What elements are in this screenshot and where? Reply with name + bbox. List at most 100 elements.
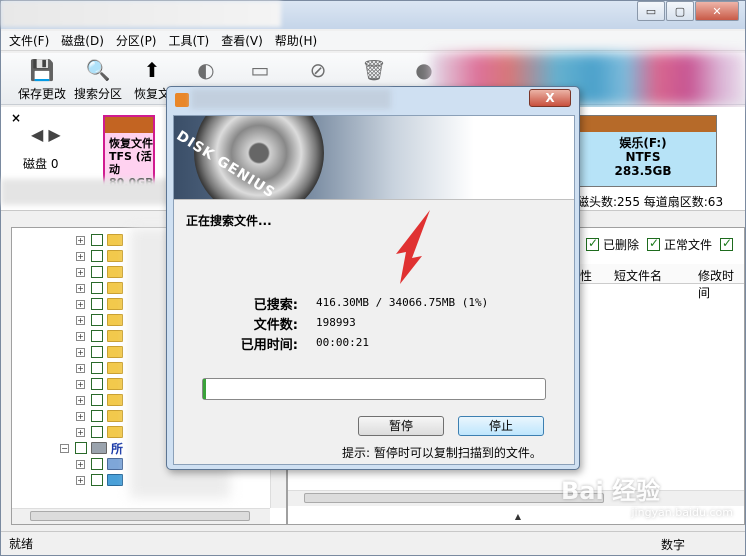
tree-row[interactable]: + [76, 312, 123, 328]
tree-checkbox[interactable] [91, 346, 103, 358]
tree-checkbox[interactable] [75, 442, 87, 454]
window-controls: ▭ ▢ ✕ [636, 1, 739, 21]
toolbar-button-6[interactable]: ⊘ [291, 57, 345, 85]
expand-icon[interactable]: + [76, 315, 85, 325]
expand-icon[interactable]: + [76, 411, 85, 421]
save-changes-button[interactable]: 💾 保存更改 [15, 57, 69, 102]
tree-row[interactable]: + [76, 296, 123, 312]
tree-row[interactable]: + [76, 408, 123, 424]
watermark-logo: Bai 经验 jingyan.baidu.com [561, 471, 746, 531]
expand-icon[interactable]: + [76, 267, 85, 277]
tree-row[interactable]: + [76, 456, 123, 472]
tree-row[interactable]: + [76, 392, 123, 408]
partition-entertainment[interactable]: 娱乐(F:) NTFS 283.5GB [569, 115, 717, 187]
prev-disk-icon[interactable]: ◀ [31, 125, 43, 144]
menu-view[interactable]: 查看(V) [221, 32, 263, 49]
tree-row[interactable]: + [76, 248, 123, 264]
status-text: 就绪 [9, 537, 34, 551]
elapsed-time-label: 已用时间: [240, 338, 298, 353]
toolbar-button-7[interactable]: 🗑 [347, 57, 401, 85]
menu-help[interactable]: 帮助(H) [275, 32, 317, 49]
expand-icon[interactable]: + [76, 427, 85, 437]
tree-row[interactable]: + [76, 344, 123, 360]
tree-checkbox[interactable] [91, 458, 103, 470]
red-arrow-icon [396, 210, 430, 284]
search-partition-label: 搜索分区 [73, 87, 122, 101]
tree-checkbox[interactable] [91, 394, 103, 406]
menu-partition[interactable]: 分区(P) [116, 32, 157, 49]
tree-row[interactable]: + [76, 472, 123, 488]
tree-checkbox[interactable] [91, 298, 103, 310]
expand-icon[interactable]: + [76, 379, 85, 389]
expand-icon[interactable]: + [76, 235, 85, 245]
menu-tools[interactable]: 工具(T) [169, 32, 210, 49]
filter-more-checkbox[interactable] [720, 236, 734, 251]
folder-icon [107, 266, 123, 278]
pause-button[interactable]: 暂停 [358, 416, 444, 436]
menu-disk[interactable]: 磁盘(D) [61, 32, 104, 49]
expand-icon[interactable]: + [76, 347, 85, 357]
tree-checkbox[interactable] [91, 282, 103, 294]
column-modified-time[interactable]: 修改时间 [698, 267, 744, 301]
tree-horizontal-scrollbar[interactable] [12, 508, 270, 524]
folder-icon [107, 314, 123, 326]
toolbar-button-5[interactable]: ▭ [233, 57, 287, 85]
tree-checkbox[interactable] [91, 410, 103, 422]
globe-icon [107, 474, 123, 486]
minimize-button[interactable]: ▭ [637, 1, 665, 21]
disk-geometry-info: 磁头数:255 每道扇区数:63 [577, 195, 724, 209]
column-short-name[interactable]: 短文件名 [614, 267, 662, 284]
expand-icon[interactable]: + [76, 475, 85, 485]
expand-icon[interactable]: + [76, 363, 85, 373]
tree-row[interactable]: + [76, 264, 123, 280]
partition-band [105, 117, 153, 133]
tree-checkbox[interactable] [91, 250, 103, 262]
expand-icon[interactable]: + [76, 459, 85, 469]
filter-normal-checkbox[interactable] [647, 236, 661, 251]
search-partition-button[interactable]: 🔍 搜索分区 [71, 57, 125, 102]
next-disk-icon[interactable]: ▶ [48, 125, 60, 144]
column-attr[interactable]: 性 [580, 267, 592, 284]
folder-icon [107, 346, 123, 358]
expand-icon[interactable]: + [76, 395, 85, 405]
expand-icon[interactable]: + [76, 283, 85, 293]
tree-checkbox[interactable] [91, 314, 103, 326]
collapse-icon[interactable]: − [60, 443, 69, 453]
partition-name: 娱乐(F:) [619, 136, 667, 150]
disk-genius-banner: DISK GENIUS [174, 116, 574, 200]
tree-row[interactable]: + [76, 376, 123, 392]
close-button[interactable]: ✕ [695, 1, 739, 21]
tree-row[interactable]: + [76, 328, 123, 344]
expand-icon[interactable]: + [76, 331, 85, 341]
folder-icon [107, 426, 123, 438]
tree-checkbox[interactable] [91, 378, 103, 390]
splitter-up-icon[interactable]: ▲ [498, 512, 538, 524]
watermark-main: Bai 经验 [561, 477, 661, 505]
tree-row-special[interactable]: − 所 [60, 440, 123, 456]
menu-file[interactable]: 文件(F) [9, 32, 49, 49]
tree-checkbox[interactable] [91, 362, 103, 374]
tree-row[interactable]: + [76, 424, 123, 440]
tree-checkbox[interactable] [91, 474, 103, 486]
tree-checkbox[interactable] [91, 330, 103, 342]
expand-icon[interactable]: + [76, 251, 85, 261]
expand-icon[interactable]: + [76, 299, 85, 309]
disk-panel-close-icon[interactable]: × [11, 111, 21, 125]
tree-row[interactable]: + [76, 360, 123, 376]
scroll-thumb[interactable] [30, 511, 250, 521]
stop-button[interactable]: 停止 [458, 416, 544, 436]
maximize-button[interactable]: ▢ [666, 1, 694, 21]
tree-checkbox[interactable] [91, 266, 103, 278]
file-count-value: 198993 [316, 316, 356, 329]
tree-row[interactable]: + [76, 232, 123, 248]
scroll-thumb[interactable] [304, 493, 604, 503]
title-redacted [1, 1, 281, 27]
tree-checkbox[interactable] [91, 234, 103, 246]
partition-recover[interactable]: 恢复文件 TFS (活动 80.0GB [103, 115, 155, 189]
dialog-close-button[interactable]: X [529, 89, 571, 107]
tree-row[interactable]: + [76, 280, 123, 296]
folder-icon [107, 250, 123, 262]
filter-deleted-checkbox[interactable] [586, 236, 599, 251]
tree-checkbox[interactable] [91, 426, 103, 438]
toolbar-button-4[interactable]: ◐ [179, 57, 233, 85]
